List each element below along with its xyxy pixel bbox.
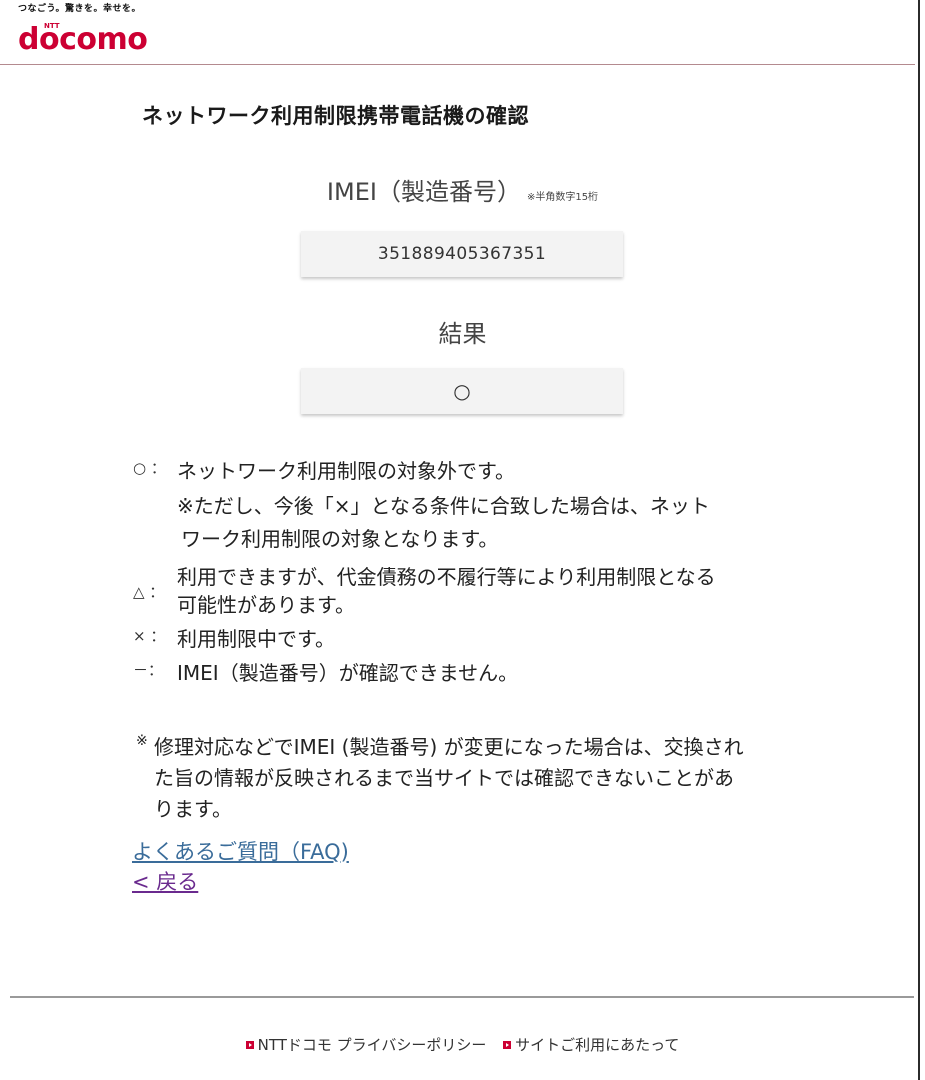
site-header: つなごう。驚きを。幸せを。 NTT docomo <box>0 0 915 65</box>
site-terms-link[interactable]: サイトご利用にあたって <box>503 1034 679 1055</box>
legend-symbol-cross: × ： <box>133 627 166 645</box>
note-line-3: ります。 <box>154 797 232 821</box>
imei-value-box: 351889405367351 <box>301 231 623 277</box>
legend-symbol-triangle: △ ： <box>133 583 165 601</box>
page-title: ネットワーク利用制限携帯電話機の確認 <box>142 104 529 128</box>
result-label: 結果 <box>438 320 487 348</box>
privacy-policy-link[interactable]: NTTドコモ プライバシーポリシー <box>245 1034 487 1055</box>
legend-symbol-dash: －： <box>133 661 164 679</box>
legend-text-caution-line2: 可能性があります。 <box>177 593 355 617</box>
arrow-right-icon <box>503 1040 512 1049</box>
imei-format-note: ※半角数字15桁 <box>526 192 599 203</box>
back-link[interactable]: < 戻る <box>132 866 198 896</box>
brand-tagline: つなごう。驚きを。幸せを。 <box>18 4 141 14</box>
faq-link[interactable]: よくあるご質問（FAQ) <box>132 836 349 866</box>
arrow-right-icon <box>245 1040 254 1049</box>
note-line-2: た旨の情報が反映されるまで当サイトでは確認できないことがあ <box>154 766 734 790</box>
imei-label: IMEI（製造番号） <box>326 178 521 206</box>
privacy-policy-label: NTTドコモ プライバシーポリシー <box>257 1036 487 1054</box>
footer-links: NTTドコモ プライバシーポリシー サイトご利用にあたって <box>0 1034 925 1055</box>
legend-text-ok: ネットワーク利用制限の対象外です。 <box>177 459 515 483</box>
legend-subtext-ok-line1: ※ただし、今後「×」となる条件に合致した場合は、ネット <box>177 494 710 518</box>
imei-label-row: IMEI（製造番号） ※半角数字15桁 <box>0 172 925 207</box>
result-value-box: ○ <box>301 368 623 414</box>
result-value: ○ <box>453 379 471 403</box>
imei-value: 351889405367351 <box>377 244 547 264</box>
legend-text-unknown: IMEI（製造番号）が確認できません。 <box>177 661 519 685</box>
note-line-1: 修理対応などでIMEI (製造番号) が変更になった場合は、交換され <box>154 735 744 759</box>
site-terms-label: サイトご利用にあたって <box>515 1036 680 1054</box>
legend-symbol-circle: ○ ： <box>133 459 166 477</box>
logo-wordmark: docomo <box>18 22 148 57</box>
legend-text-restricted: 利用制限中です。 <box>177 627 335 651</box>
footer-divider <box>10 996 914 998</box>
legend-subtext-ok-line2: ワーク利用制限の対象となります。 <box>181 527 499 551</box>
note-asterisk: ※ <box>136 733 148 749</box>
note-text: 修理対応などでIMEI (製造番号) が変更になった場合は、交換され た旨の情報… <box>154 732 804 825</box>
